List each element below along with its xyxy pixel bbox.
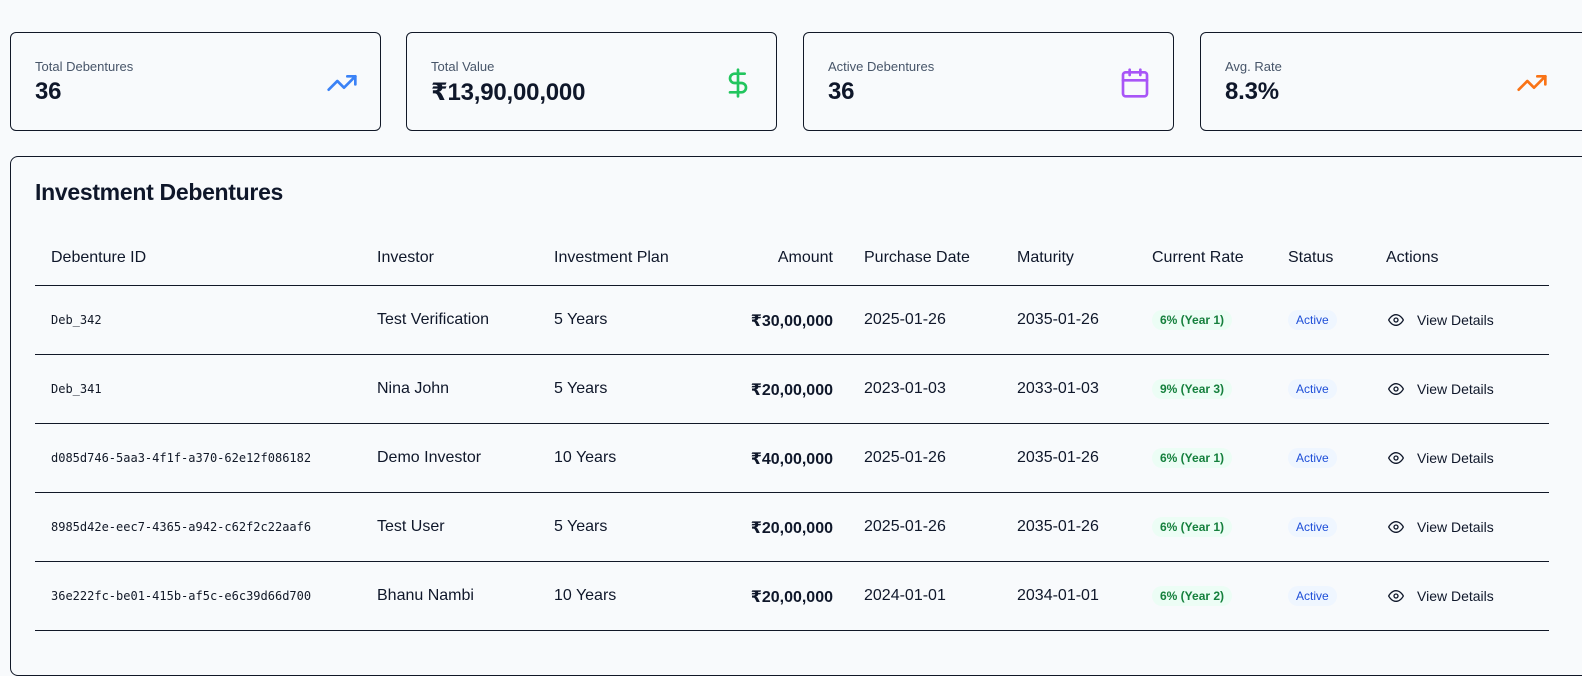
maturity-date: 2034-01-01 xyxy=(1017,587,1099,604)
table-row: Deb_341 Nina John 5 Years ₹20,00,000 202… xyxy=(35,355,1549,424)
view-details-label: View Details xyxy=(1417,312,1494,328)
rate-badge: 6% (Year 1) xyxy=(1152,448,1233,468)
stat-card-active-debentures: Active Debentures 36 xyxy=(803,32,1174,131)
purchase-date: 2023-01-03 xyxy=(864,380,946,397)
status-badge: Active xyxy=(1288,448,1337,468)
investment-plan: 10 Years xyxy=(554,587,617,604)
debenture-id: d085d746-5aa3-4f1f-a370-62e12f086182 xyxy=(51,451,312,465)
status-badge: Active xyxy=(1288,586,1337,606)
eye-icon xyxy=(1388,521,1404,533)
stat-card-avg-rate: Avg. Rate 8.3% xyxy=(1200,32,1582,131)
rate-badge: 6% (Year 1) xyxy=(1152,310,1233,330)
view-details-button[interactable]: View Details xyxy=(1388,306,1494,334)
rate-badge: 9% (Year 3) xyxy=(1152,379,1233,399)
eye-icon xyxy=(1388,452,1404,464)
stat-label: Avg. Rate xyxy=(1225,59,1282,74)
investor-name: Test User xyxy=(377,518,445,535)
investment-plan: 10 Years xyxy=(554,449,617,466)
stat-label: Active Debentures xyxy=(828,59,935,74)
header-maturity: Maturity xyxy=(1017,249,1074,266)
header-actions: Actions xyxy=(1386,249,1439,266)
purchase-date: 2025-01-26 xyxy=(864,311,946,328)
panel-title: Investment Debentures xyxy=(35,179,284,205)
table-row: 36e222fc-be01-415b-af5c-e6c39d66d700 Bha… xyxy=(35,562,1549,631)
header-investor: Investor xyxy=(377,249,434,266)
maturity-date: 2035-01-26 xyxy=(1017,449,1099,466)
eye-icon xyxy=(1388,383,1404,395)
header-investment-plan: Investment Plan xyxy=(554,249,669,266)
trending-up-icon xyxy=(1517,75,1547,91)
header-current-rate: Current Rate xyxy=(1152,249,1244,266)
header-debenture-id: Debenture ID xyxy=(51,249,147,266)
investor-name: Nina John xyxy=(377,380,450,397)
stat-value: 8.3% xyxy=(1225,78,1279,105)
maturity-date: 2035-01-26 xyxy=(1017,311,1099,328)
amount: ₹40,00,000 xyxy=(750,451,833,468)
rate-badge: 6% (Year 1) xyxy=(1152,517,1233,537)
header-status: Status xyxy=(1288,249,1334,266)
amount: ₹20,00,000 xyxy=(750,520,833,537)
header-purchase-date: Purchase Date xyxy=(864,249,970,266)
purchase-date: 2025-01-26 xyxy=(864,518,946,535)
stat-value: 36 xyxy=(35,78,62,105)
status-badge: Active xyxy=(1288,310,1337,330)
stat-value: ₹13,90,00,000 xyxy=(431,79,586,106)
investment-plan: 5 Years xyxy=(554,311,608,328)
view-details-button[interactable]: View Details xyxy=(1388,444,1494,472)
view-details-button[interactable]: View Details xyxy=(1388,375,1494,403)
table-row: 8985d42e-eec7-4365-a942-c62f2c22aaf6 Tes… xyxy=(35,493,1549,562)
trending-up-icon xyxy=(327,75,357,91)
rate-badge: 6% (Year 2) xyxy=(1152,586,1233,606)
view-details-button[interactable]: View Details xyxy=(1388,513,1494,541)
debenture-id: Deb_341 xyxy=(51,382,102,396)
investor-name: Bhanu Nambi xyxy=(377,587,474,604)
view-details-label: View Details xyxy=(1417,381,1494,397)
stat-card-total-debentures: Total Debentures 36 xyxy=(10,32,381,131)
eye-icon xyxy=(1388,590,1404,602)
header-amount: Amount xyxy=(777,249,833,266)
calendar-icon xyxy=(1121,68,1149,98)
stat-card-total-value: Total Value ₹13,90,00,000 xyxy=(406,32,777,131)
debenture-id: Deb_342 xyxy=(51,313,102,327)
view-details-label: View Details xyxy=(1417,519,1494,535)
stat-value: 36 xyxy=(828,78,855,105)
view-details-label: View Details xyxy=(1417,450,1494,466)
purchase-date: 2025-01-26 xyxy=(864,449,946,466)
status-badge: Active xyxy=(1288,379,1337,399)
table-header: Debenture ID Investor Investment Plan Am… xyxy=(35,235,1549,286)
stat-label: Total Value xyxy=(431,59,495,74)
view-details-button[interactable]: View Details xyxy=(1388,582,1494,610)
amount: ₹20,00,000 xyxy=(750,589,833,606)
investment-plan: 5 Years xyxy=(554,518,608,535)
dollar-icon xyxy=(728,68,748,98)
debenture-id: 36e222fc-be01-415b-af5c-e6c39d66d700 xyxy=(51,589,312,603)
amount: ₹20,00,000 xyxy=(750,382,833,399)
stats-row: Total Debentures 36 Total Value ₹13,90,0… xyxy=(10,32,1582,133)
amount: ₹30,00,000 xyxy=(750,313,833,330)
stat-label: Total Debentures xyxy=(35,59,134,74)
eye-icon xyxy=(1388,314,1404,326)
view-details-label: View Details xyxy=(1417,588,1494,604)
investor-name: Test Verification xyxy=(377,311,490,328)
investment-plan: 5 Years xyxy=(554,380,608,397)
investor-name: Demo Investor xyxy=(377,449,482,466)
maturity-date: 2033-01-03 xyxy=(1017,380,1099,397)
status-badge: Active xyxy=(1288,517,1337,537)
debentures-panel: Investment Debentures Debenture ID Inves… xyxy=(10,156,1582,676)
maturity-date: 2035-01-26 xyxy=(1017,518,1099,535)
debentures-table: Debenture ID Investor Investment Plan Am… xyxy=(35,235,1549,631)
table-row: d085d746-5aa3-4f1f-a370-62e12f086182 Dem… xyxy=(35,424,1549,493)
debenture-id: 8985d42e-eec7-4365-a942-c62f2c22aaf6 xyxy=(51,520,312,534)
table-row: Deb_342 Test Verification 5 Years ₹30,00… xyxy=(35,286,1549,355)
purchase-date: 2024-01-01 xyxy=(864,587,946,604)
